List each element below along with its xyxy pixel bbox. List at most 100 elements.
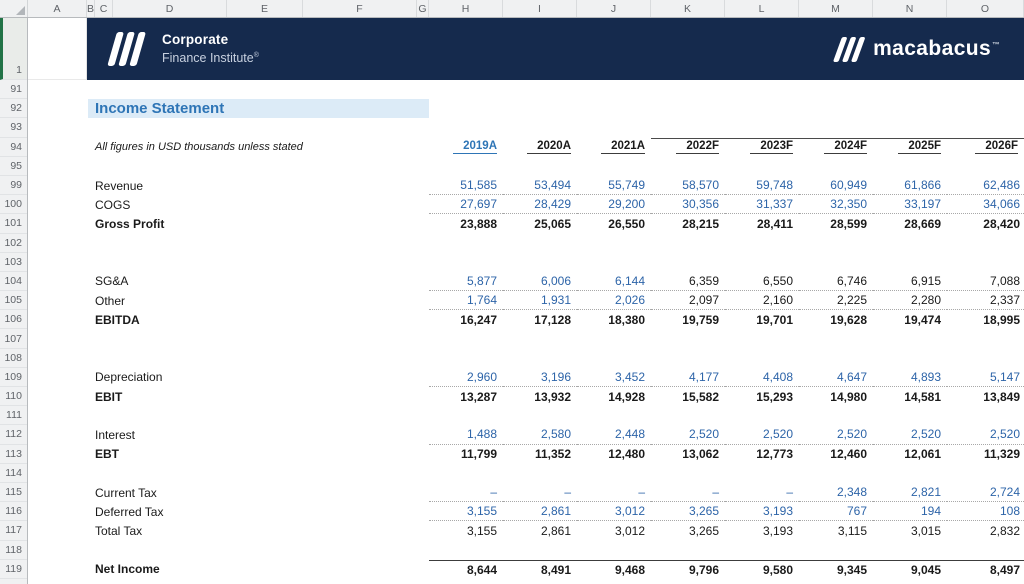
- value-cell[interactable]: 23,888: [429, 214, 503, 233]
- year-header-2024F[interactable]: 2024F: [799, 138, 873, 157]
- value-cell[interactable]: 9,045: [873, 560, 947, 579]
- value-cell[interactable]: 33,197: [873, 195, 947, 214]
- value-cell[interactable]: 13,932: [503, 387, 577, 406]
- value-cell[interactable]: 34,066: [947, 195, 1024, 214]
- value-cell[interactable]: 12,061: [873, 445, 947, 464]
- row-label-depreciation[interactable]: Depreciation: [28, 368, 429, 387]
- column-header-G[interactable]: G: [417, 0, 429, 17]
- value-cell[interactable]: 11,329: [947, 445, 1024, 464]
- value-cell[interactable]: 6,746: [799, 272, 873, 291]
- value-cell[interactable]: 2,960: [429, 368, 503, 387]
- value-cell[interactable]: –: [651, 483, 725, 502]
- value-cell[interactable]: 2,280: [873, 291, 947, 310]
- value-cell[interactable]: 2,520: [873, 425, 947, 444]
- column-header-M[interactable]: M: [799, 0, 873, 17]
- value-cell[interactable]: 5,877: [429, 272, 503, 291]
- value-cell[interactable]: 60,949: [799, 176, 873, 195]
- row-header-100[interactable]: 100: [0, 195, 27, 214]
- value-cell[interactable]: 3,265: [651, 502, 725, 521]
- value-cell[interactable]: 14,980: [799, 387, 873, 406]
- cell-A1[interactable]: [28, 18, 87, 80]
- value-cell[interactable]: 3,012: [577, 521, 651, 540]
- value-cell[interactable]: 18,995: [947, 310, 1024, 329]
- value-cell[interactable]: 51,585: [429, 176, 503, 195]
- value-cell[interactable]: 61,866: [873, 176, 947, 195]
- row-header-113[interactable]: 113: [0, 445, 27, 464]
- value-cell[interactable]: 2,724: [947, 483, 1024, 502]
- value-cell[interactable]: 3,196: [503, 368, 577, 387]
- value-cell[interactable]: 28,669: [873, 214, 947, 233]
- value-cell[interactable]: 5,147: [947, 368, 1024, 387]
- value-cell[interactable]: 2,160: [725, 291, 799, 310]
- value-cell[interactable]: 4,893: [873, 368, 947, 387]
- row-label-ebt[interactable]: EBT: [28, 445, 429, 464]
- value-cell[interactable]: 59,748: [725, 176, 799, 195]
- value-cell[interactable]: 11,352: [503, 445, 577, 464]
- row-header-119[interactable]: 119: [0, 560, 27, 579]
- value-cell[interactable]: 62,486: [947, 176, 1024, 195]
- value-cell[interactable]: 1,764: [429, 291, 503, 310]
- value-cell[interactable]: 6,550: [725, 272, 799, 291]
- value-cell[interactable]: 2,861: [503, 502, 577, 521]
- column-header-N[interactable]: N: [873, 0, 947, 17]
- value-cell[interactable]: 9,345: [799, 560, 873, 579]
- value-cell[interactable]: 53,494: [503, 176, 577, 195]
- row-label-current-tax[interactable]: Current Tax: [28, 483, 429, 502]
- row-label-gross-profit[interactable]: Gross Profit: [28, 214, 429, 233]
- row-label-ebitda[interactable]: EBITDA: [28, 310, 429, 329]
- value-cell[interactable]: 3,265: [651, 521, 725, 540]
- value-cell[interactable]: 2,580: [503, 425, 577, 444]
- row-header-111[interactable]: 111: [0, 406, 27, 425]
- row-header-95[interactable]: 95: [0, 157, 27, 176]
- column-header-H[interactable]: H: [429, 0, 503, 17]
- value-cell[interactable]: 12,480: [577, 445, 651, 464]
- value-cell[interactable]: 1,488: [429, 425, 503, 444]
- row-label-sg-a[interactable]: SG&A: [28, 272, 429, 291]
- row-header-116[interactable]: 116: [0, 502, 27, 521]
- value-cell[interactable]: 12,460: [799, 445, 873, 464]
- value-cell[interactable]: 6,359: [651, 272, 725, 291]
- row-header-114[interactable]: 114: [0, 464, 27, 483]
- value-cell[interactable]: 15,582: [651, 387, 725, 406]
- value-cell[interactable]: 58,570: [651, 176, 725, 195]
- row-header-117[interactable]: 117: [0, 521, 27, 540]
- value-cell[interactable]: 3,155: [429, 521, 503, 540]
- value-cell[interactable]: 194: [873, 502, 947, 521]
- value-cell[interactable]: 25,065: [503, 214, 577, 233]
- value-cell[interactable]: 9,468: [577, 560, 651, 579]
- value-cell[interactable]: 2,520: [651, 425, 725, 444]
- column-header-O[interactable]: O: [947, 0, 1024, 17]
- value-cell[interactable]: –: [725, 483, 799, 502]
- value-cell[interactable]: 767: [799, 502, 873, 521]
- value-cell[interactable]: 2,348: [799, 483, 873, 502]
- value-cell[interactable]: 9,580: [725, 560, 799, 579]
- row-label-total-tax[interactable]: Total Tax: [28, 521, 429, 540]
- value-cell[interactable]: 3,012: [577, 502, 651, 521]
- value-cell[interactable]: –: [429, 483, 503, 502]
- value-cell[interactable]: 3,452: [577, 368, 651, 387]
- value-cell[interactable]: 6,006: [503, 272, 577, 291]
- year-header-2025F[interactable]: 2025F: [873, 138, 947, 157]
- value-cell[interactable]: 28,411: [725, 214, 799, 233]
- row-header-99[interactable]: 99: [0, 176, 27, 195]
- value-cell[interactable]: 3,155: [429, 502, 503, 521]
- year-header-2026F[interactable]: 2026F: [947, 138, 1024, 157]
- year-header-2019A[interactable]: 2019A: [429, 138, 503, 157]
- year-header-2023F[interactable]: 2023F: [725, 138, 799, 157]
- value-cell[interactable]: 19,701: [725, 310, 799, 329]
- column-header-F[interactable]: F: [303, 0, 417, 17]
- value-cell[interactable]: 16,247: [429, 310, 503, 329]
- row-header-112[interactable]: 112: [0, 425, 27, 444]
- value-cell[interactable]: 8,644: [429, 560, 503, 579]
- column-header-D[interactable]: D: [113, 0, 227, 17]
- column-header-E[interactable]: E: [227, 0, 303, 17]
- row-header-92[interactable]: 92: [0, 99, 27, 118]
- value-cell[interactable]: 8,491: [503, 560, 577, 579]
- value-cell[interactable]: 2,832: [947, 521, 1024, 540]
- units-note[interactable]: All figures in USD thousands unless stat…: [28, 138, 429, 157]
- row-label-ebit[interactable]: EBIT: [28, 387, 429, 406]
- value-cell[interactable]: 14,928: [577, 387, 651, 406]
- value-cell[interactable]: 2,520: [947, 425, 1024, 444]
- row-label-cogs[interactable]: COGS: [28, 195, 429, 214]
- value-cell[interactable]: 13,849: [947, 387, 1024, 406]
